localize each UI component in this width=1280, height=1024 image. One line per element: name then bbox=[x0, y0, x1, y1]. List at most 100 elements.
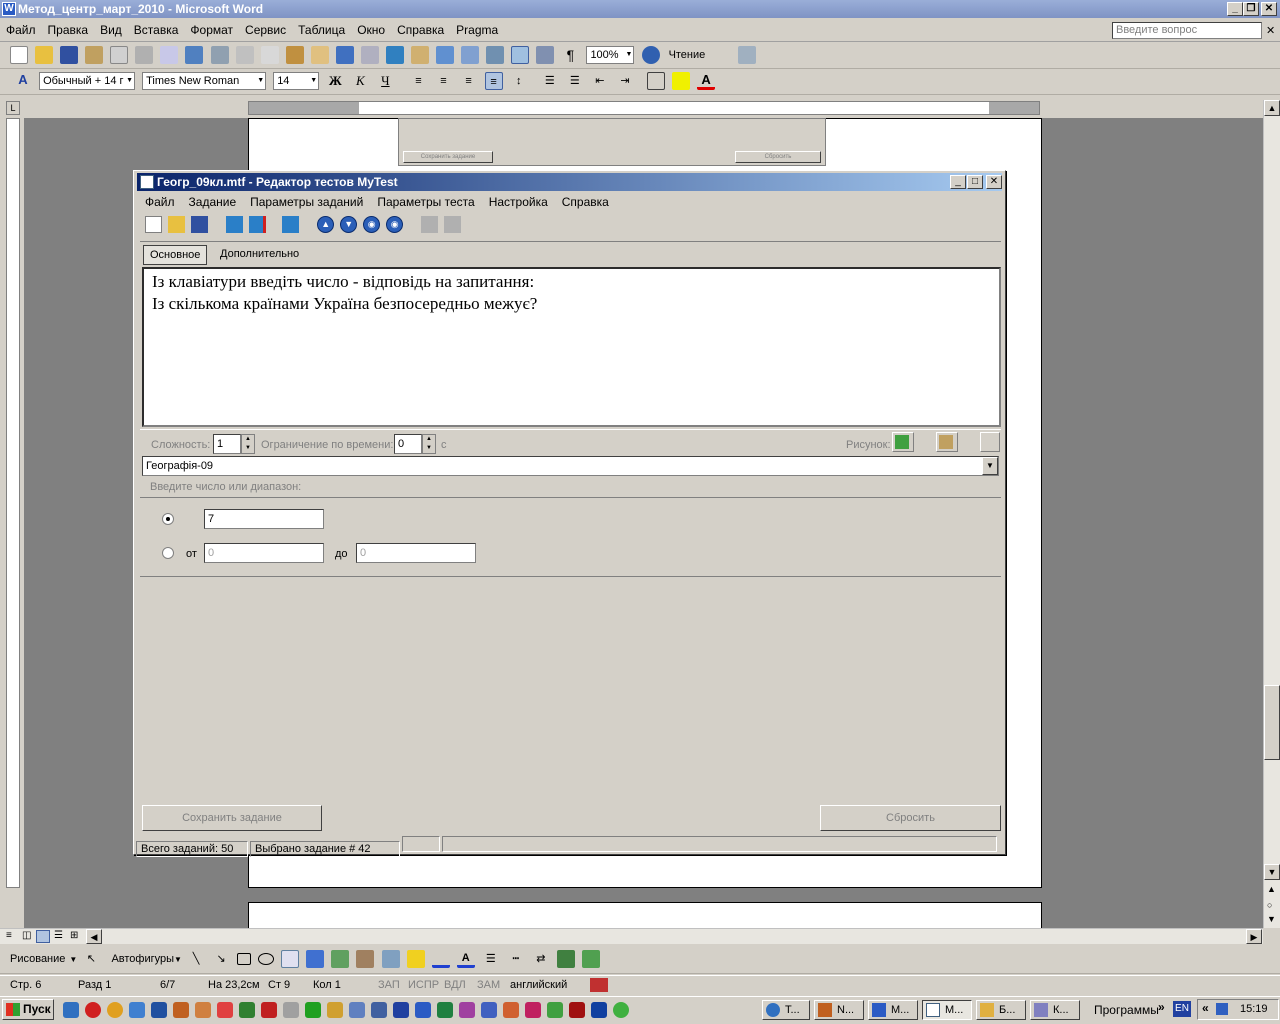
restore-button[interactable]: ❐ bbox=[1243, 2, 1259, 16]
paste-picture-button[interactable] bbox=[936, 432, 958, 452]
font-select[interactable]: Times New Roman bbox=[142, 72, 267, 90]
app-icon-4[interactable] bbox=[195, 1002, 211, 1018]
line-icon[interactable]: ╲ bbox=[187, 950, 205, 968]
horizontal-ruler[interactable] bbox=[248, 101, 1040, 115]
menu-view[interactable]: Вид bbox=[94, 20, 128, 40]
minimize-button[interactable]: _ bbox=[1227, 2, 1243, 16]
paste-icon[interactable] bbox=[285, 46, 304, 64]
horizontal-scrollbar[interactable]: ≡ ◫ ☰ ⊞ ◀ ▶ bbox=[0, 928, 1263, 944]
mytest-close-button[interactable]: ✕ bbox=[986, 175, 1002, 189]
outline-view-icon[interactable]: ☰ bbox=[54, 930, 63, 941]
excel-icon[interactable] bbox=[437, 1002, 453, 1018]
app-icon-3[interactable] bbox=[173, 1002, 189, 1018]
toolbar-options-icon[interactable] bbox=[738, 46, 757, 64]
highlight-icon[interactable] bbox=[672, 72, 691, 90]
scroll-up-icon[interactable]: ▲ bbox=[1264, 100, 1280, 116]
normal-view-icon[interactable]: ≡ bbox=[6, 930, 12, 941]
next-task-icon[interactable]: ▼ bbox=[340, 216, 358, 233]
align-left-icon[interactable]: ≡ bbox=[409, 72, 427, 90]
range-to-input[interactable]: 0 bbox=[356, 543, 476, 563]
font-size-select[interactable]: 14 bbox=[273, 72, 320, 90]
drawing-menu[interactable]: Рисование bbox=[10, 953, 65, 965]
open-icon[interactable] bbox=[35, 46, 54, 64]
task-1[interactable]: Т... bbox=[762, 1000, 810, 1020]
app-icon-8[interactable] bbox=[305, 1002, 321, 1018]
line-color-icon[interactable] bbox=[431, 950, 450, 969]
chrome-icon[interactable] bbox=[107, 1002, 123, 1018]
drawing-toggle-icon[interactable] bbox=[511, 46, 530, 64]
menu-table[interactable]: Таблица bbox=[292, 20, 351, 40]
menu-edit[interactable]: Правка bbox=[42, 20, 95, 40]
app-icon-16[interactable] bbox=[613, 1002, 629, 1018]
close-button[interactable]: ✕ bbox=[1261, 2, 1277, 16]
style-select[interactable]: Обычный + 14 г bbox=[39, 72, 136, 90]
prev-page-icon[interactable]: ▲ bbox=[1267, 884, 1276, 894]
justify-icon[interactable]: ≡ bbox=[484, 72, 503, 90]
format-painter-icon[interactable] bbox=[310, 46, 329, 64]
3d-icon[interactable] bbox=[582, 950, 601, 969]
copy-icon[interactable] bbox=[260, 46, 279, 64]
mytest-menu-help[interactable]: Справка bbox=[555, 193, 616, 211]
align-center-icon[interactable]: ≡ bbox=[435, 72, 453, 90]
scroll-left-icon[interactable]: ◀ bbox=[86, 929, 102, 944]
new-doc-icon[interactable] bbox=[10, 46, 28, 64]
bold-icon[interactable]: Ж bbox=[326, 72, 344, 90]
language-indicator[interactable]: EN bbox=[1173, 1001, 1191, 1017]
chevron-right-icon[interactable]: » bbox=[1158, 1000, 1165, 1014]
font-color-icon[interactable]: A bbox=[697, 72, 716, 90]
mytest-menu-task-params[interactable]: Параметры заданий bbox=[243, 193, 370, 211]
redo-icon[interactable] bbox=[360, 46, 379, 64]
print-icon[interactable] bbox=[135, 46, 154, 64]
flash-icon[interactable] bbox=[569, 1002, 585, 1018]
save-task-button[interactable]: Сохранить задание bbox=[142, 805, 322, 831]
task-3[interactable]: М... bbox=[868, 1000, 918, 1020]
app-icon-12[interactable] bbox=[459, 1002, 475, 1018]
save-app-icon[interactable] bbox=[393, 1002, 409, 1018]
spelling-status-icon[interactable] bbox=[590, 978, 608, 992]
ie-icon[interactable] bbox=[63, 1002, 79, 1018]
copy-task-icon[interactable] bbox=[421, 216, 439, 233]
undo-icon[interactable] bbox=[335, 46, 354, 64]
save-icon[interactable] bbox=[60, 46, 79, 64]
complexity-spinner[interactable]: ▲ ▼ bbox=[241, 434, 255, 454]
hyperlink-icon[interactable] bbox=[385, 46, 404, 64]
menu-insert[interactable]: Вставка bbox=[128, 20, 185, 40]
textbox-icon[interactable] bbox=[281, 950, 300, 969]
autoshapes-menu[interactable]: Автофигуры bbox=[111, 953, 174, 965]
arrow-icon[interactable]: ↘ bbox=[212, 950, 230, 968]
close-doc-icon[interactable]: ✕ bbox=[1266, 24, 1275, 37]
subject-select[interactable]: Географія-09 ▼ bbox=[142, 456, 999, 476]
show-formatting-icon[interactable]: ¶ bbox=[561, 46, 579, 64]
dash-style-icon[interactable]: ┅ bbox=[507, 950, 525, 968]
menu-format[interactable]: Формат bbox=[184, 20, 239, 40]
tab-additional[interactable]: Дополнительно bbox=[214, 245, 305, 265]
app-icon-5[interactable] bbox=[217, 1002, 233, 1018]
status-trk[interactable]: ИСПР bbox=[408, 979, 439, 991]
rectangle-icon[interactable] bbox=[237, 953, 252, 966]
clock[interactable]: 15:19 bbox=[1240, 1003, 1268, 1015]
photoshop-icon[interactable] bbox=[591, 1002, 607, 1018]
browse-object-icon[interactable]: ○ bbox=[1267, 900, 1272, 910]
shadow-icon[interactable] bbox=[556, 950, 575, 969]
app-icon-2[interactable] bbox=[151, 1002, 167, 1018]
app-icon-10[interactable] bbox=[349, 1002, 365, 1018]
menu-pragma[interactable]: Pragma bbox=[450, 20, 504, 40]
web-view-icon[interactable]: ◫ bbox=[22, 930, 31, 941]
task-5[interactable]: Б... bbox=[976, 1000, 1026, 1020]
ask-question-input[interactable]: Введите вопрос bbox=[1112, 22, 1262, 39]
insert-table-icon[interactable] bbox=[436, 46, 455, 64]
picture-icon[interactable] bbox=[381, 950, 400, 969]
network-icon[interactable] bbox=[1216, 1003, 1228, 1015]
underline-icon[interactable]: Ч bbox=[376, 72, 394, 90]
app-icon-11[interactable] bbox=[371, 1002, 387, 1018]
open-test-icon[interactable] bbox=[168, 216, 185, 233]
app-icon-13[interactable] bbox=[481, 1002, 497, 1018]
line-style-icon[interactable]: ☰ bbox=[482, 950, 500, 968]
tab-basic[interactable]: Основное bbox=[143, 245, 208, 265]
start-button[interactable]: Пуск bbox=[2, 999, 54, 1020]
menu-help[interactable]: Справка bbox=[391, 20, 450, 40]
paste-task-icon[interactable] bbox=[444, 216, 462, 233]
zoom-select[interactable]: 100% bbox=[586, 46, 635, 64]
delete-task-icon[interactable] bbox=[249, 216, 267, 233]
status-rec[interactable]: ЗАП bbox=[378, 979, 400, 991]
